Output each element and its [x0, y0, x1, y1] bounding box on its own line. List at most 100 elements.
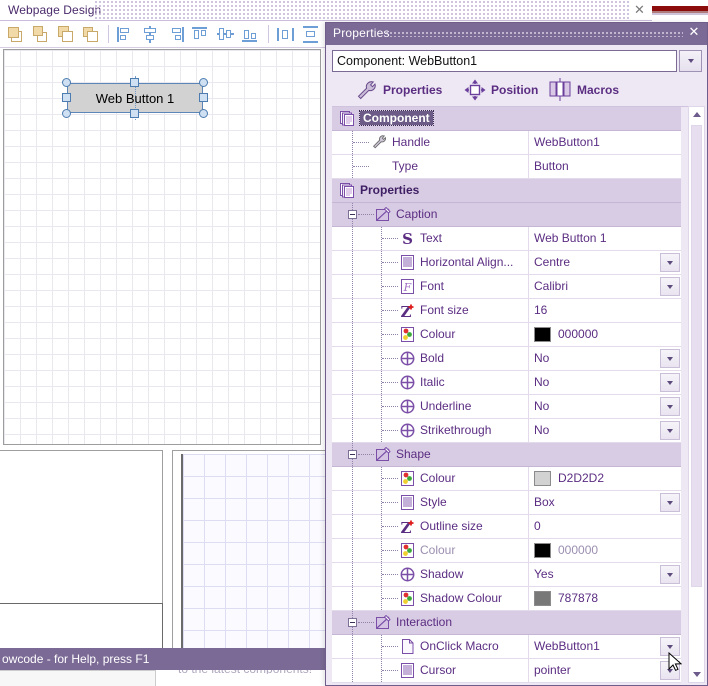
category-row-component[interactable]: Component [332, 107, 681, 131]
tab-properties[interactable]: Properties [356, 76, 442, 104]
property-value[interactable]: 0 [534, 519, 541, 533]
collapse-expander[interactable] [348, 450, 357, 459]
property-row-font-size[interactable]: Z Font size 16 [332, 299, 681, 323]
resize-handle-middle-left[interactable] [62, 93, 71, 102]
property-dropdown-button[interactable] [660, 421, 680, 440]
property-row-text[interactable]: S Text Web Button 1 [332, 227, 681, 251]
bring-to-front-icon[interactable] [8, 26, 25, 43]
property-value[interactable]: pointer [534, 663, 571, 677]
design-canvas[interactable]: Web Button 1 [3, 49, 321, 445]
align-bottom-icon[interactable] [242, 26, 259, 43]
property-dropdown-button[interactable] [660, 373, 680, 392]
tree-guide-horizontal [353, 142, 369, 143]
property-dropdown-button[interactable] [660, 397, 680, 416]
property-value[interactable]: No [534, 351, 549, 365]
send-backward-icon[interactable] [58, 26, 75, 43]
property-value[interactable]: 16 [534, 303, 547, 317]
component-selector-input[interactable]: Component: WebButton1 [332, 50, 677, 72]
resize-handle-bottom-right[interactable] [199, 109, 208, 118]
colour-swatch[interactable] [534, 591, 551, 606]
resize-handle-top-center[interactable] [130, 78, 139, 87]
property-value[interactable]: Web Button 1 [534, 231, 607, 245]
property-row-shadow[interactable]: Shadow Yes [332, 563, 681, 587]
distribute-horizontal-icon[interactable] [277, 26, 294, 43]
property-value[interactable]: Centre [534, 255, 570, 269]
resize-handle-top-right[interactable] [199, 78, 208, 87]
colour-swatch[interactable] [534, 471, 551, 486]
property-row-handle[interactable]: Handle WebButton1 [332, 131, 681, 155]
property-value[interactable]: 000000 [558, 543, 598, 557]
property-row-type[interactable]: Type Button [332, 155, 681, 179]
resize-handle-bottom-left[interactable] [62, 109, 71, 118]
property-row-italic[interactable]: Italic No [332, 371, 681, 395]
collapse-expander[interactable] [348, 210, 357, 219]
move-arrows-icon [464, 79, 486, 101]
property-row-cursor[interactable]: Cursor pointer [332, 659, 681, 683]
tab-position[interactable]: Position [464, 76, 538, 104]
property-value[interactable]: Button [534, 159, 569, 173]
property-row-horizontal-align[interactable]: Horizontal Align... Centre [332, 251, 681, 275]
property-row-colour[interactable]: Colour D2D2D2 [332, 467, 681, 491]
distribute-vertical-icon[interactable] [302, 26, 319, 43]
property-row-colour[interactable]: Colour 000000 [332, 539, 681, 563]
colour-swatch[interactable] [534, 327, 551, 342]
group-row-caption[interactable]: Caption [332, 203, 681, 227]
property-row-shadow-colour[interactable]: Shadow Colour 787878 [332, 587, 681, 611]
group-row-shape[interactable]: Shape [332, 443, 681, 467]
collapse-expander[interactable] [348, 618, 357, 627]
property-value[interactable]: D2D2D2 [558, 471, 604, 485]
property-dropdown-button[interactable] [660, 565, 680, 584]
scroll-up-button[interactable] [689, 107, 704, 122]
tree-guide-horizontal [358, 622, 374, 623]
property-value[interactable]: Yes [534, 567, 554, 581]
property-row-colour[interactable]: Colour 000000 [332, 323, 681, 347]
chevron-down-icon [667, 572, 673, 577]
colour-swatch[interactable] [534, 543, 551, 558]
category-row-properties[interactable]: Properties [332, 179, 681, 203]
property-dropdown-button[interactable] [660, 277, 680, 296]
property-row-bold[interactable]: Bold No [332, 347, 681, 371]
align-centre-icon[interactable] [142, 26, 159, 43]
property-value[interactable]: Calibri [534, 279, 568, 293]
align-top-icon[interactable] [192, 26, 209, 43]
triangle-up-icon [692, 112, 701, 117]
property-dropdown-button[interactable] [660, 253, 680, 272]
property-row-onclick-macro[interactable]: OnClick Macro WebButton1 [332, 635, 681, 659]
send-to-back-icon[interactable] [83, 26, 100, 43]
property-value[interactable]: No [534, 399, 549, 413]
close-icon[interactable]: ✕ [687, 26, 701, 40]
property-value[interactable]: WebButton1 [534, 639, 600, 653]
properties-scrollbar[interactable] [688, 106, 705, 683]
scrollbar-thumb[interactable] [691, 125, 702, 587]
property-row-outline-size[interactable]: Z Outline size 0 [332, 515, 681, 539]
property-row-font[interactable]: F Font Calibri [332, 275, 681, 299]
resize-handle-bottom-center[interactable] [130, 109, 139, 118]
property-label: Font size [420, 303, 469, 317]
group-row-interaction[interactable]: Interaction [332, 611, 681, 635]
resize-handle-top-left[interactable] [62, 78, 71, 87]
bring-forward-icon[interactable] [33, 26, 50, 43]
document-tab-label[interactable]: Webpage Design [8, 3, 101, 17]
component-selector[interactable]: Component: WebButton1 [332, 50, 702, 72]
property-value[interactable]: No [534, 423, 549, 437]
align-middle-icon[interactable] [217, 26, 234, 43]
property-value[interactable]: Box [534, 495, 555, 509]
font-f-icon: F [400, 279, 415, 294]
properties-panel-titlebar[interactable]: Properties ✕ [326, 23, 707, 45]
resize-handle-middle-right[interactable] [199, 93, 208, 102]
scroll-down-button[interactable] [689, 667, 704, 682]
property-row-strikethrough[interactable]: Strikethrough No [332, 419, 681, 443]
property-value[interactable]: 000000 [558, 327, 598, 341]
property-dropdown-button[interactable] [660, 493, 680, 512]
property-dropdown-button[interactable] [660, 349, 680, 368]
property-value[interactable]: WebButton1 [534, 135, 600, 149]
tab-macros[interactable]: Macros [548, 76, 619, 104]
close-icon[interactable]: ✕ [633, 4, 646, 17]
property-row-underline[interactable]: Underline No [332, 395, 681, 419]
component-selector-dropdown-button[interactable] [679, 50, 702, 72]
property-value[interactable]: No [534, 375, 549, 389]
property-value[interactable]: 787878 [558, 591, 598, 605]
align-right-icon[interactable] [167, 26, 184, 43]
property-row-style[interactable]: Style Box [332, 491, 681, 515]
align-left-icon[interactable] [117, 26, 134, 43]
